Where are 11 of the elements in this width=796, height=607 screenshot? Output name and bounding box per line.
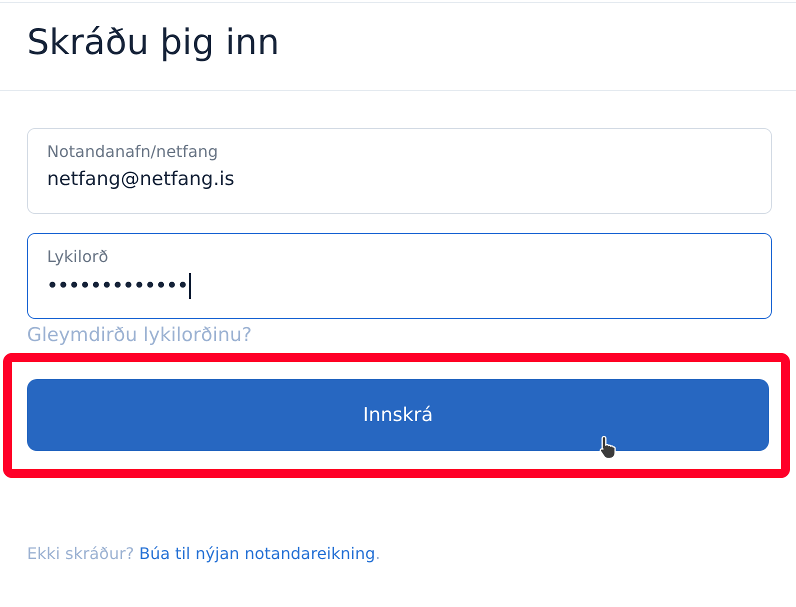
signup-link[interactable]: Búa til nýjan notandareikning — [139, 544, 376, 563]
sentence-period: . — [375, 544, 380, 563]
page-title: Skráðu þig inn — [27, 23, 280, 63]
field-value: netfang@netfang.is — [47, 168, 234, 190]
password-field[interactable]: Lykilorð ••••••••••••• — [27, 233, 772, 319]
signup-prompt: Ekki skráður? — [27, 544, 134, 563]
username-field[interactable]: Notandanafn/netfang netfang@netfang.is — [27, 128, 772, 214]
field-value: ••••••••••••• — [47, 273, 192, 299]
field-label: Lykilorð — [47, 247, 108, 266]
field-label: Notandanafn/netfang — [47, 142, 218, 161]
login-button[interactable]: Innskrá — [27, 379, 769, 451]
